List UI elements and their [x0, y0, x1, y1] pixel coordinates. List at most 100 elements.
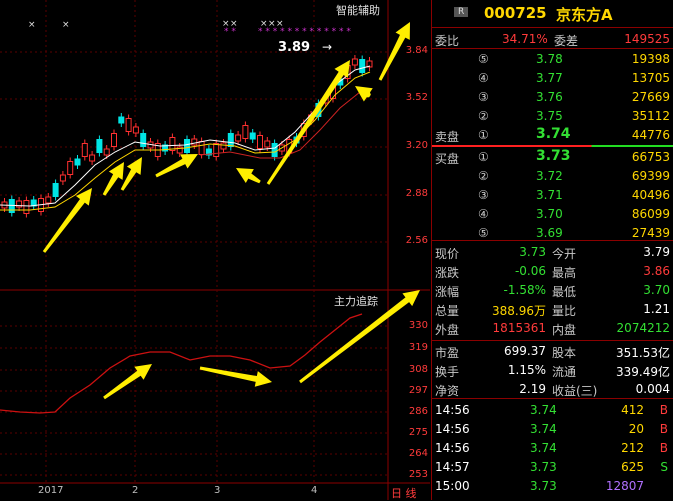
stat-row: 总量 388.96万 量比 1.21 — [432, 300, 673, 318]
candle-body — [81, 143, 88, 157]
kline-chart-area[interactable]: × × × × × × × * * * * * * * * * * * * * * * … — [0, 0, 430, 500]
candlestick-chart[interactable]: × × × × × × × * * * * * * * * * * * * * * * — [0, 0, 430, 500]
stat-label: 涨幅 — [435, 285, 460, 299]
arrow-annotation — [266, 60, 350, 185]
stat-value: 3.79 — [643, 245, 670, 259]
y-tick-upper: 3.84 — [405, 45, 428, 56]
signal-marks: × × × × × × × — [28, 19, 284, 30]
stat-value: 3.73 — [519, 245, 546, 259]
weibi-value: 34.71% — [502, 32, 548, 46]
candle-body — [103, 148, 110, 156]
candle-body — [191, 138, 198, 146]
arrow-annotation — [155, 154, 198, 178]
tick-price: 3.73 — [530, 460, 557, 474]
stat-label: 内盘 — [552, 323, 577, 337]
stat-value: -0.06 — [514, 264, 546, 278]
candle-body — [89, 154, 96, 162]
tick-volume: 12807 — [605, 479, 644, 493]
buy-price: 3.73 — [536, 148, 571, 164]
sell-price: 3.77 — [536, 71, 563, 85]
fund-label: 净资 — [435, 384, 460, 398]
buy-level-row: ② 3.72 69399 — [432, 167, 673, 185]
tick-time: 14:56 — [435, 422, 470, 436]
candle-body — [235, 134, 242, 142]
bid-ask-ratio-bar — [432, 145, 673, 147]
buy-label: 买盘 — [435, 152, 460, 166]
y-tick-lower: 253 — [408, 469, 428, 480]
fund-row: 市盈 699.37 股本 351.53亿 — [432, 342, 673, 360]
fund-value: 0.004 — [635, 382, 670, 396]
level-badge: R — [454, 7, 469, 17]
stock-code: 000725 — [484, 4, 547, 22]
y-tick-lower: 264 — [408, 448, 428, 459]
buy-level-row: ③ 3.71 40496 — [432, 186, 673, 204]
buy-volume: 27439 — [631, 226, 670, 240]
buy-price: 3.71 — [536, 188, 563, 202]
candle-body — [96, 139, 103, 153]
candle-body — [52, 183, 59, 197]
tick-row: 15:00 3.73 12807 — [432, 477, 673, 495]
candle-body — [74, 158, 81, 166]
candle-body — [249, 132, 256, 140]
y-tick-lower: 286 — [408, 406, 428, 417]
tick-side: B — [659, 403, 668, 417]
stat-row: 现价 3.73 今开 3.79 — [432, 243, 673, 261]
candle-body — [351, 58, 358, 66]
candle-body — [59, 174, 66, 182]
candle-body — [359, 59, 366, 73]
sell-level-row: 卖盘 ① 3.74 44776 — [432, 126, 673, 144]
annotation-arrows — [42, 22, 420, 400]
sell-volume: 44776 — [631, 128, 670, 142]
candle-body — [242, 125, 249, 139]
buy-price: 3.69 — [536, 226, 563, 240]
tick-volume: 625 — [621, 460, 644, 474]
candle-body — [257, 135, 263, 149]
period-selector[interactable]: 日 线 — [391, 485, 417, 501]
x-tick: 3 — [214, 485, 221, 496]
candle-body — [132, 126, 139, 134]
svg-text:×: × — [28, 20, 36, 30]
main-force-line — [0, 313, 363, 414]
fund-value: 351.53亿 — [616, 346, 670, 360]
y-tick-upper: 2.56 — [405, 235, 428, 246]
fund-row: 净资 2.19 收益(三) 0.004 — [432, 380, 673, 398]
level-index: ③ — [478, 188, 489, 202]
quote-panel: R 000725 京东方A 委比 34.71% 委差 149525 ⑤ 3.78 1… — [431, 0, 673, 500]
weicha-value: 149525 — [624, 32, 670, 46]
candle-body — [8, 199, 15, 213]
buy-volume: 86099 — [631, 207, 670, 221]
weibi-row: 委比 34.71% 委差 149525 — [435, 32, 670, 48]
level-index: ⑤ — [478, 226, 489, 240]
stat-label: 最低 — [552, 285, 577, 299]
sell-price: 3.78 — [536, 52, 563, 66]
tick-time: 14:57 — [435, 460, 470, 474]
x-tick: 2 — [132, 485, 139, 496]
candle-body — [271, 143, 278, 157]
stock-header: R 000725 京东方A — [432, 4, 673, 26]
candle-body — [140, 133, 147, 147]
svg-text:* * * * * * * * * * * * *: * * * * * * * * * * * * * — [258, 27, 351, 37]
stat-row: 涨幅 -1.58% 最低 3.70 — [432, 281, 673, 299]
fund-value: 2.19 — [519, 382, 546, 396]
stat-label: 量比 — [552, 304, 577, 318]
tick-side: B — [659, 422, 668, 436]
fund-value: 699.37 — [504, 344, 546, 358]
svg-text:* *: * * — [224, 27, 236, 37]
candle-body — [198, 141, 205, 155]
y-tick-upper: 3.20 — [405, 140, 428, 151]
candle-body — [45, 196, 52, 204]
stat-value: 1815361 — [492, 321, 546, 335]
buy-price: 3.70 — [536, 207, 563, 221]
buy-level-row: ④ 3.70 86099 — [432, 205, 673, 223]
level-index: ⑤ — [478, 52, 489, 66]
tick-volume: 412 — [621, 403, 644, 417]
buy-price: 3.72 — [536, 169, 563, 183]
tick-time: 14:56 — [435, 403, 470, 417]
fund-value: 339.49亿 — [616, 365, 670, 379]
level-index: ④ — [478, 207, 489, 221]
indicator-label: 智能辅助 — [336, 4, 380, 17]
buy-volume: 69399 — [631, 169, 670, 183]
level-index: ② — [478, 169, 489, 183]
fund-value: 1.15% — [507, 363, 546, 377]
sell-volume: 27669 — [631, 90, 670, 104]
